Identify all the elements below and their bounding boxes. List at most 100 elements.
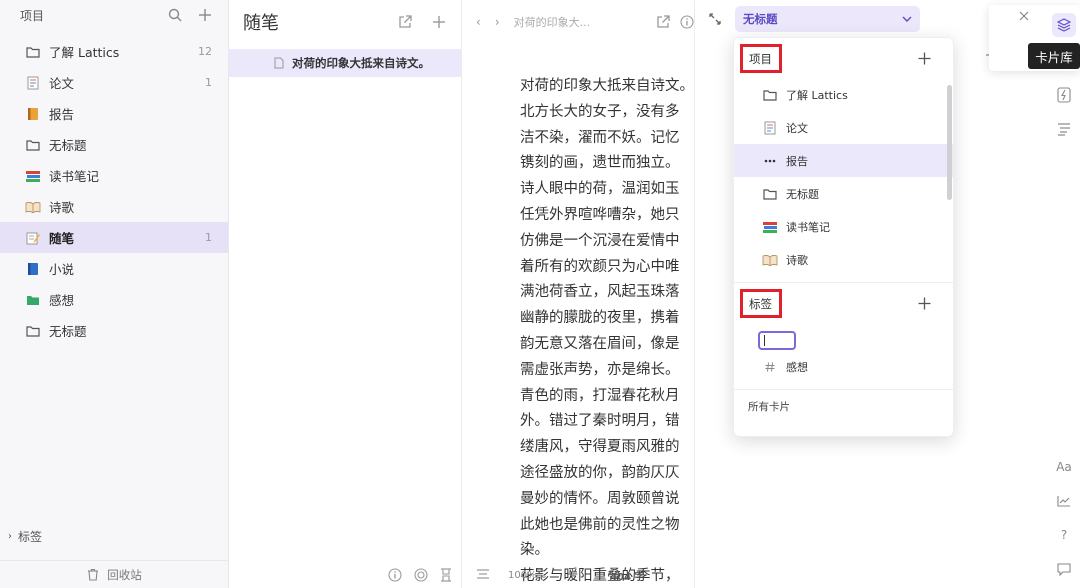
expand-icon[interactable] — [705, 9, 725, 29]
note-list-item[interactable]: 对荷的印象大抵来自诗文。 — [229, 49, 461, 77]
chart-icon[interactable] — [1057, 484, 1071, 518]
editor-footer: 100% ⌄ 404 字 — [462, 562, 694, 588]
card-panel-bottom-toolbar: Aa ? — [1048, 450, 1080, 586]
sidebar-header: 项目 — [0, 0, 228, 30]
editor-breadcrumb: 对荷的印象大... — [513, 16, 591, 29]
sidebar-title: 项目 — [20, 8, 45, 23]
document-icon — [24, 74, 42, 92]
more-icon[interactable] — [762, 153, 778, 169]
dropdown-item-label: 无标题 — [786, 187, 819, 201]
sidebar-item-count: 1 — [205, 76, 212, 89]
folder-icon — [762, 87, 778, 103]
notes-header: 随笔 — [229, 0, 461, 44]
sidebar-item-thoughts[interactable]: 感想 — [0, 284, 228, 315]
add-note-icon[interactable] — [429, 12, 449, 32]
sidebar-item-label: 论文 — [49, 76, 75, 91]
card-panel-side-toolbar — [1048, 78, 1080, 146]
split-view-icon[interactable] — [440, 568, 452, 582]
dropdown-item-label: 了解 Lattics — [786, 88, 848, 102]
green-folder-icon — [24, 291, 42, 309]
editor-line: 韵无意又落在眉间，像是 — [520, 335, 680, 352]
editor-line: 任凭外界喧哗嘈杂，她只 — [520, 206, 680, 223]
editor-line: 镌刻的画，遗世而独立。 — [520, 155, 680, 172]
tags-heading: 标签 — [740, 288, 782, 318]
dropdown-project-untitled[interactable]: 无标题 — [734, 177, 953, 210]
dropdown-project-lattics[interactable]: 了解 Lattics — [734, 78, 953, 111]
tags-toggle[interactable]: › 标签 — [0, 524, 229, 548]
editor-line: 需虚张声势，亦是绵长。 — [520, 361, 680, 378]
info-icon[interactable] — [680, 15, 694, 29]
sidebar-item-untitled[interactable]: 无标题 — [0, 129, 228, 160]
open-external-icon[interactable] — [395, 12, 415, 32]
editor-body[interactable]: 对荷的印象大抵来自诗文。 北方长大的女子，没有多 洁不染，濯而不妖。记忆 镌刻的画，遗… — [520, 74, 694, 588]
target-icon[interactable] — [414, 568, 428, 582]
sidebar-item-label: 读书笔记 — [49, 169, 100, 184]
sidebar-item-untitled-2[interactable]: 无标题 — [0, 315, 228, 346]
books-icon — [762, 219, 778, 235]
editor-line: 诗人眼中的荷，温润如玉 — [520, 181, 680, 198]
sidebar-item-reading-notes[interactable]: 读书笔记 — [0, 160, 228, 191]
nav-forward-icon[interactable]: › — [495, 15, 500, 29]
add-project-icon[interactable] — [196, 6, 214, 24]
dropdown-project-reading-notes[interactable]: 读书笔记 — [734, 210, 953, 243]
sidebar-item-thesis[interactable]: 论文 1 — [0, 67, 228, 98]
card-library-icon[interactable] — [1052, 13, 1076, 37]
dropdown-project-thesis[interactable]: 论文 — [734, 111, 953, 144]
flash-icon[interactable] — [1057, 78, 1071, 112]
tags-section-header: 标签 — [734, 283, 953, 323]
new-tag-input[interactable] — [758, 331, 796, 350]
editor-line: 缕唐风，守得夏雨风雅的 — [520, 439, 680, 456]
trash-icon — [87, 568, 99, 581]
trash-button[interactable]: 回收站 — [0, 560, 229, 588]
sidebar-item-label: 诗歌 — [49, 200, 75, 215]
outline-icon[interactable] — [1057, 112, 1071, 146]
open-book-icon — [762, 252, 778, 268]
help-icon[interactable]: ? — [1061, 518, 1067, 552]
open-external-icon[interactable] — [656, 15, 670, 29]
books-icon — [24, 167, 42, 185]
dropdown-scrollbar[interactable] — [947, 85, 952, 200]
all-cards-item[interactable]: 所有卡片 — [734, 390, 953, 422]
editor-line: 北方长大的女子，没有多 — [520, 103, 680, 120]
info-icon[interactable] — [388, 568, 402, 582]
editor-line: 染。 — [520, 542, 549, 559]
sidebar-item-report[interactable]: 报告 — [0, 98, 228, 129]
sidebar-item-label: 报告 — [49, 107, 75, 122]
add-tag-icon[interactable] — [918, 297, 931, 310]
project-select-value: 无标题 — [743, 12, 778, 26]
dropdown-tag-thoughts[interactable]: 感想 — [734, 350, 953, 383]
add-project-icon[interactable] — [918, 52, 931, 65]
note-file-icon — [274, 57, 284, 69]
editor-line: 幽静的朦胧的夜里，携着 — [520, 310, 680, 327]
comment-icon[interactable] — [1057, 552, 1071, 586]
hash-icon — [762, 359, 778, 375]
sidebar-item-label: 无标题 — [49, 324, 87, 339]
zoom-level[interactable]: 100% ⌄ — [508, 570, 548, 581]
sidebar-item-poetry[interactable]: 诗歌 — [0, 191, 228, 222]
editor-line: 洁不染，濯而不妖。记忆 — [520, 129, 680, 146]
chevron-down-icon — [902, 16, 912, 22]
nav-back-icon[interactable]: ‹ — [476, 15, 481, 29]
sidebar-item-lattics[interactable]: 了解 Lattics 12 — [0, 36, 228, 67]
dropdown-item-label: 诗歌 — [786, 253, 808, 267]
outline-toggle-icon[interactable] — [476, 568, 490, 583]
search-icon[interactable] — [166, 6, 184, 24]
project-dropdown: 项目 了解 Lattics 论文 报告 无标题 读书笔记 诗歌 标签 感想 所有… — [733, 37, 954, 437]
project-select[interactable]: 无标题 — [735, 6, 920, 32]
editor-line: 曼妙的情怀。周敦颐曾说 — [520, 490, 680, 507]
sidebar-item-essays[interactable]: 随笔 1 — [0, 222, 228, 253]
folder-icon — [24, 136, 42, 154]
blue-book-icon — [24, 260, 42, 278]
font-icon[interactable]: Aa — [1056, 450, 1072, 484]
word-count: 404 字 — [610, 571, 645, 583]
open-book-icon — [24, 198, 42, 216]
dropdown-project-report[interactable]: 报告 — [734, 144, 953, 177]
sidebar-item-novel[interactable]: 小说 — [0, 253, 228, 284]
folder-icon — [762, 186, 778, 202]
dropdown-project-poetry[interactable]: 诗歌 — [734, 243, 953, 276]
close-icon[interactable] — [1019, 11, 1029, 21]
notes-title: 随笔 — [243, 13, 279, 34]
dropdown-item-label: 感想 — [786, 360, 808, 374]
sidebar-item-label: 随笔 — [49, 231, 75, 246]
notes-footer — [229, 562, 462, 588]
